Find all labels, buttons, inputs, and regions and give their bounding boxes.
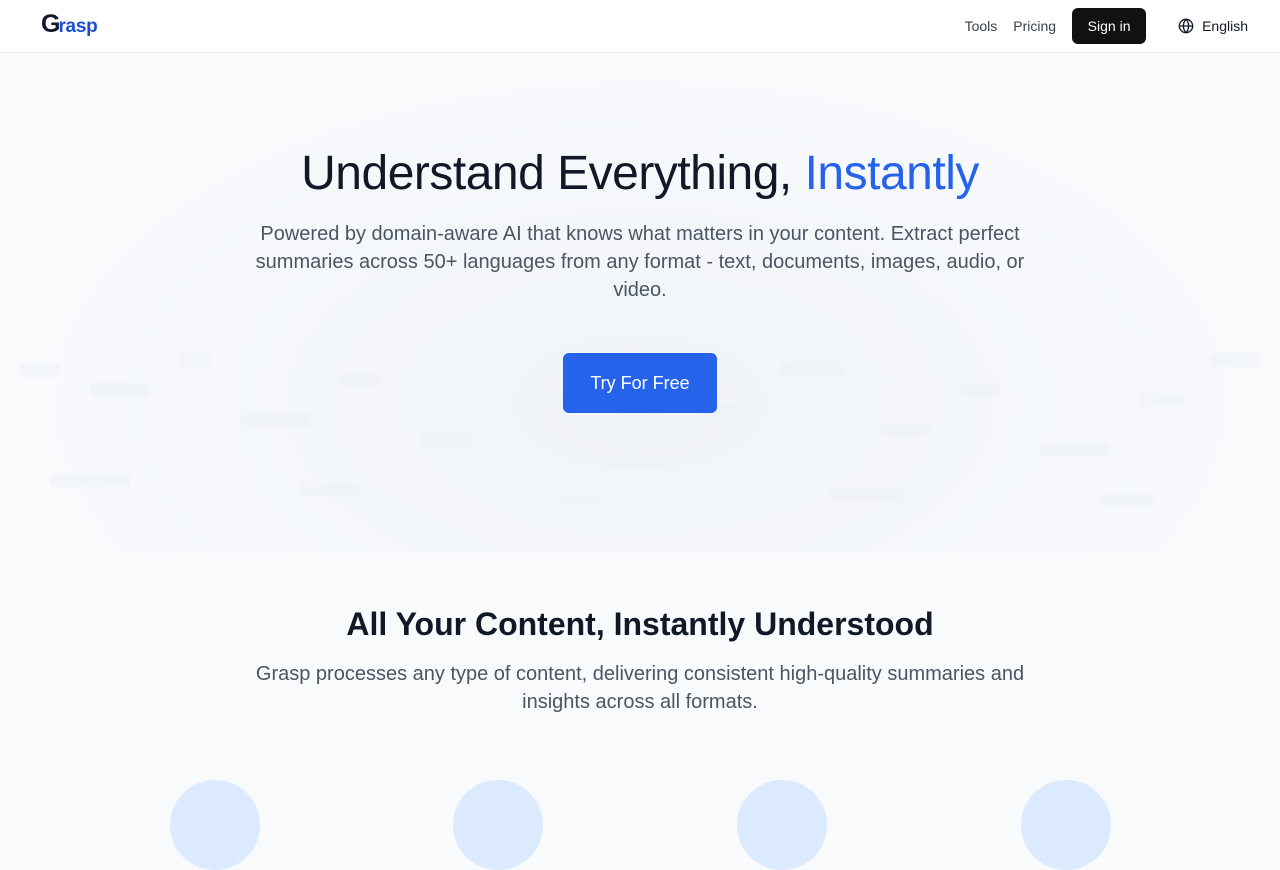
grasp-logo[interactable]: G rasp [41, 10, 98, 38]
hero-section: Understand Everything, Instantly Powered… [0, 53, 1280, 553]
features-title: All Your Content, Instantly Understood [346, 606, 934, 642]
nav-link-pricing[interactable]: Pricing [1013, 18, 1056, 34]
language-selector[interactable]: English [1178, 18, 1248, 34]
feature-icon-circle [170, 780, 260, 870]
top-navigation-bar: G rasp Tools Pricing Sign in English [0, 0, 1280, 53]
hero-subtitle: Powered by domain-aware AI that knows wh… [255, 223, 1025, 301]
logo-wordmark: rasp [58, 16, 98, 37]
feature-icon-circle [1021, 780, 1111, 870]
hero-title-main: Understand Everything, [301, 147, 805, 200]
main-nav: Tools Pricing Sign in English [965, 0, 1248, 52]
feature-icon-circle [737, 780, 827, 870]
hero-title-accent: Instantly [804, 147, 980, 200]
logo-letter-g: G [41, 10, 60, 38]
feature-icon-circle [453, 780, 543, 870]
globe-icon [1178, 18, 1194, 34]
language-label: English [1202, 18, 1248, 34]
nav-link-tools[interactable]: Tools [965, 18, 998, 34]
features-subtitle: Grasp processes any type of content, del… [255, 663, 1025, 713]
sign-in-button[interactable]: Sign in [1072, 8, 1147, 44]
try-for-free-button[interactable]: Try For Free [563, 353, 717, 413]
hero-title: Understand Everything, Instantly [0, 146, 1280, 202]
